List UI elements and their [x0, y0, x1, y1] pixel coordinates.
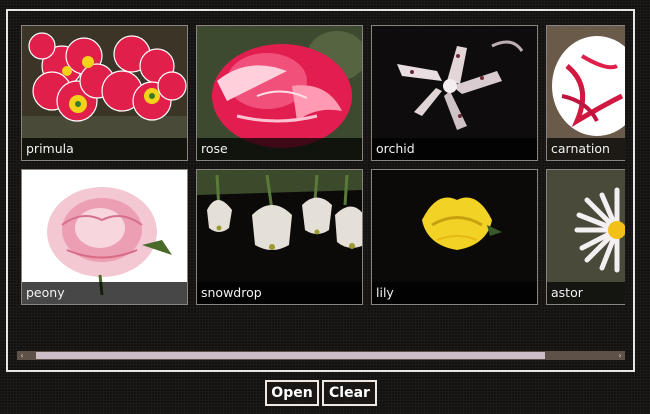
gallery-item-orchid[interactable]: orchid [371, 25, 538, 161]
item-label: lily [372, 282, 537, 304]
gallery-item-peony[interactable]: peony [21, 169, 188, 305]
item-label: rose [197, 138, 362, 160]
item-label: carnation [547, 138, 625, 160]
item-label: peony [22, 282, 187, 304]
horizontal-scrollbar[interactable]: ‹ › [17, 351, 625, 360]
clear-button[interactable]: Clear [322, 380, 377, 406]
item-label: primula [22, 138, 187, 160]
gallery-item-carnation[interactable]: carnation [546, 25, 625, 161]
scrollbar-thumb[interactable] [36, 352, 545, 359]
flower-gallery[interactable]: primula rose orchid carnation peony snow… [16, 18, 625, 340]
item-label: astor [547, 282, 625, 304]
gallery-item-rose[interactable]: rose [196, 25, 363, 161]
gallery-item-snowdrop[interactable]: snowdrop [196, 169, 363, 305]
gallery-item-astor[interactable]: astor [546, 169, 625, 305]
item-label: snowdrop [197, 282, 362, 304]
gallery-item-lily[interactable]: lily [371, 169, 538, 305]
scroll-left-icon[interactable]: ‹ [17, 351, 27, 360]
open-button[interactable]: Open [265, 380, 319, 406]
gallery-item-primula[interactable]: primula [21, 25, 188, 161]
scroll-right-icon[interactable]: › [615, 351, 625, 360]
item-label: orchid [372, 138, 537, 160]
